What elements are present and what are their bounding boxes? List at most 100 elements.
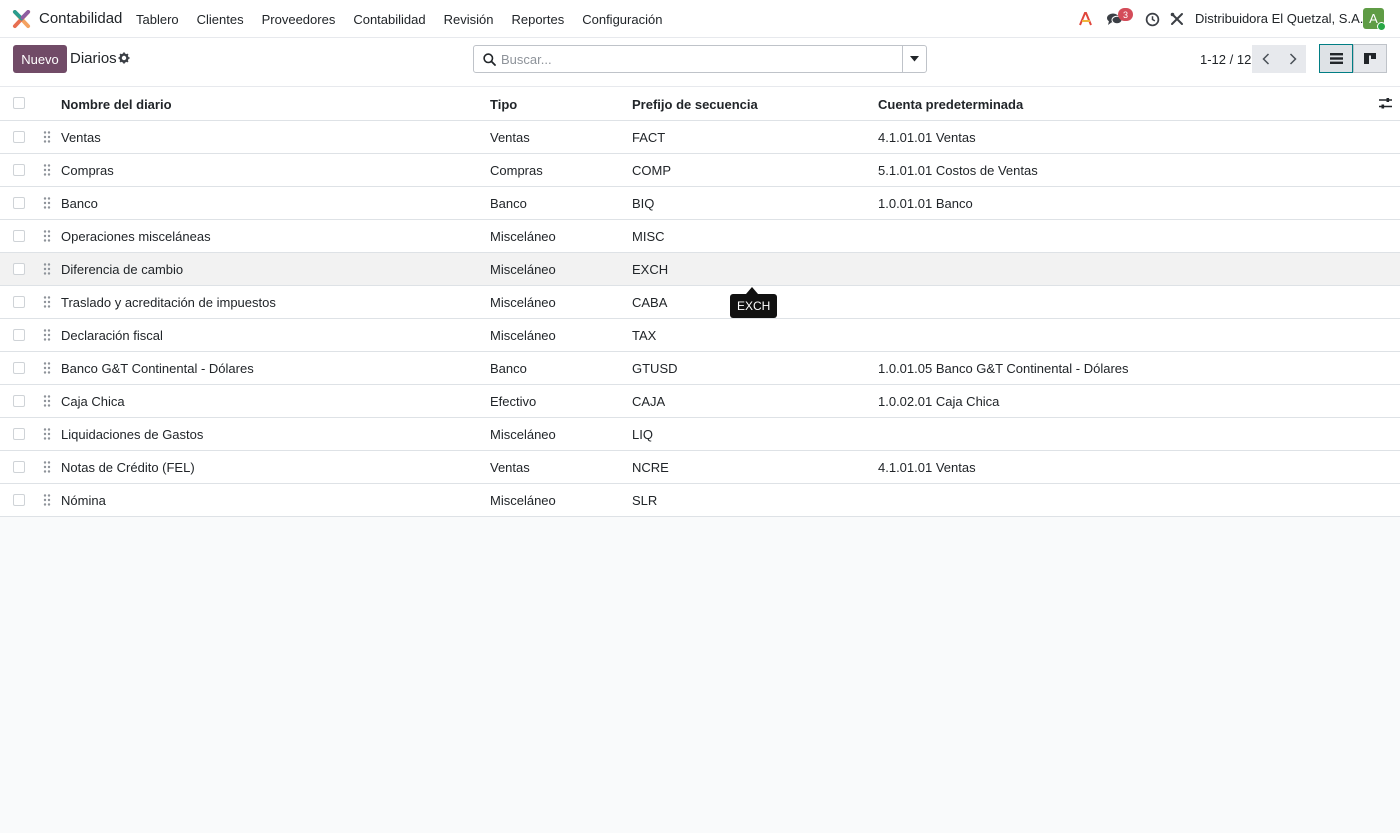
drag-handle-icon[interactable] [43, 296, 51, 308]
caret-down-icon [910, 56, 919, 62]
table-row[interactable]: Compras Compras COMP 5.1.01.01 Costos de… [0, 154, 1400, 187]
row-checkbox[interactable] [13, 461, 25, 473]
user-status-indicator [1377, 22, 1386, 31]
cell-account: 1.0.01.01 Banco [878, 196, 973, 211]
row-checkbox[interactable] [13, 197, 25, 209]
chevron-left-icon [1261, 53, 1269, 65]
row-checkbox[interactable] [13, 428, 25, 440]
clock-icon[interactable] [1142, 9, 1162, 29]
cell-name: Compras [61, 163, 114, 178]
cell-type: Misceláneo [490, 295, 556, 310]
tools-icon[interactable] [1167, 9, 1187, 29]
cell-account: 1.0.01.05 Banco G&T Continental - Dólare… [878, 361, 1129, 376]
search-options-toggle[interactable] [902, 46, 926, 72]
row-checkbox[interactable] [13, 296, 25, 308]
cell-type: Misceláneo [490, 328, 556, 343]
menu-item-tablero[interactable]: Tablero [127, 12, 188, 27]
cell-prefix: SLR [632, 493, 658, 508]
table-row[interactable]: Ventas Ventas FACT 4.1.01.01 Ventas [0, 121, 1400, 154]
cell-prefix: BIQ [632, 196, 655, 211]
cell-prefix: TAX [632, 328, 657, 343]
drag-handle-icon[interactable] [43, 164, 51, 176]
pager-next-button[interactable] [1279, 45, 1306, 73]
cell-name: Diferencia de cambio [61, 262, 184, 277]
drag-handle-icon[interactable] [43, 494, 51, 506]
table-row[interactable]: Liquidaciones de Gastos Misceláneo LIQ [0, 418, 1400, 451]
pager-previous-button[interactable] [1252, 45, 1279, 73]
table-row[interactable]: Banco Banco BIQ 1.0.01.01 Banco [0, 187, 1400, 220]
drag-handle-icon[interactable] [43, 131, 51, 143]
list-view-icon [1329, 53, 1343, 64]
cell-type: Banco [490, 196, 527, 211]
list-view-button[interactable] [1319, 44, 1353, 73]
table-row[interactable]: Caja Chica Efectivo CAJA 1.0.02.01 Caja … [0, 385, 1400, 418]
new-button[interactable]: Nuevo [13, 45, 67, 73]
cell-account: 4.1.01.01 Ventas [878, 130, 976, 145]
menu-item-configuracion[interactable]: Configuración [573, 12, 671, 27]
main-menu: Tablero Clientes Proveedores Contabilida… [127, 0, 671, 38]
table-header: Nombre del diario Tipo Prefijo de secuen… [0, 87, 1400, 121]
cell-prefix: CAJA [632, 394, 666, 409]
row-checkbox[interactable] [13, 131, 25, 143]
menu-item-clientes[interactable]: Clientes [188, 12, 253, 27]
cell-name: Operaciones misceláneas [61, 229, 211, 244]
table-row-hovered[interactable]: Diferencia de cambio Misceláneo EXCH [0, 253, 1400, 286]
table-row[interactable]: Banco G&T Continental - Dólares Banco GT… [0, 352, 1400, 385]
cell-name: Traslado y acreditación de impuestos [61, 295, 276, 310]
row-checkbox[interactable] [13, 263, 25, 275]
acrobat-icon[interactable] [1076, 9, 1096, 29]
search-input[interactable] [501, 50, 901, 68]
table-row[interactable]: Declaración fiscal Misceláneo TAX [0, 319, 1400, 352]
table-row[interactable]: Operaciones misceláneas Misceláneo MISC [0, 220, 1400, 253]
cell-type: Misceláneo [490, 493, 556, 508]
cell-account: 5.1.01.01 Costos de Ventas [878, 163, 1038, 178]
drag-handle-icon[interactable] [43, 263, 51, 275]
drag-handle-icon[interactable] [43, 461, 51, 473]
column-header-name[interactable]: Nombre del diario [61, 97, 172, 112]
control-panel: Nuevo Diarios 1-12 / 12 [0, 38, 1400, 87]
drag-handle-icon[interactable] [43, 395, 51, 407]
drag-handle-icon[interactable] [43, 362, 51, 374]
cell-type: Misceláneo [490, 427, 556, 442]
cell-type: Banco [490, 361, 527, 376]
table-row[interactable]: Nómina Misceláneo SLR [0, 484, 1400, 517]
optional-columns-icon[interactable] [1379, 97, 1392, 110]
prefix-tooltip: EXCH [730, 294, 778, 318]
row-checkbox[interactable] [13, 362, 25, 374]
company-switcher[interactable]: Distribuidora El Quetzal, S.A. [1195, 11, 1363, 26]
table-row[interactable]: Traslado y acreditación de impuestos Mis… [0, 286, 1400, 319]
cell-prefix: LIQ [632, 427, 653, 442]
gear-icon[interactable] [118, 52, 130, 64]
row-checkbox[interactable] [13, 230, 25, 242]
drag-handle-icon[interactable] [43, 197, 51, 209]
message-count-badge: 3 [1118, 8, 1133, 21]
cell-prefix: MISC [632, 229, 665, 244]
menu-item-revision[interactable]: Revisión [435, 12, 503, 27]
app-name[interactable]: Contabilidad [39, 10, 122, 27]
menu-item-contabilidad[interactable]: Contabilidad [344, 12, 434, 27]
cell-type: Efectivo [490, 394, 537, 409]
column-header-type[interactable]: Tipo [490, 97, 517, 112]
cell-name: Caja Chica [61, 394, 125, 409]
row-checkbox[interactable] [13, 395, 25, 407]
accounting-app-icon[interactable] [12, 10, 31, 29]
drag-handle-icon[interactable] [43, 230, 51, 242]
cell-name: Ventas [61, 130, 101, 145]
column-header-account[interactable]: Cuenta predeterminada [878, 97, 1023, 112]
select-all-checkbox[interactable] [13, 97, 25, 109]
kanban-view-button[interactable] [1353, 44, 1387, 73]
row-checkbox[interactable] [13, 494, 25, 506]
cell-prefix: FACT [632, 130, 666, 145]
cell-prefix: COMP [632, 163, 671, 178]
pager-value[interactable]: 1-12 / 12 [1200, 52, 1251, 67]
row-checkbox[interactable] [13, 329, 25, 341]
search-icon [483, 53, 496, 66]
menu-item-proveedores[interactable]: Proveedores [253, 12, 345, 27]
column-header-prefix[interactable]: Prefijo de secuencia [632, 97, 758, 112]
table-row[interactable]: Notas de Crédito (FEL) Ventas NCRE 4.1.0… [0, 451, 1400, 484]
menu-item-reportes[interactable]: Reportes [502, 12, 573, 27]
drag-handle-icon[interactable] [43, 329, 51, 341]
cell-prefix: NCRE [632, 460, 669, 475]
drag-handle-icon[interactable] [43, 428, 51, 440]
row-checkbox[interactable] [13, 164, 25, 176]
